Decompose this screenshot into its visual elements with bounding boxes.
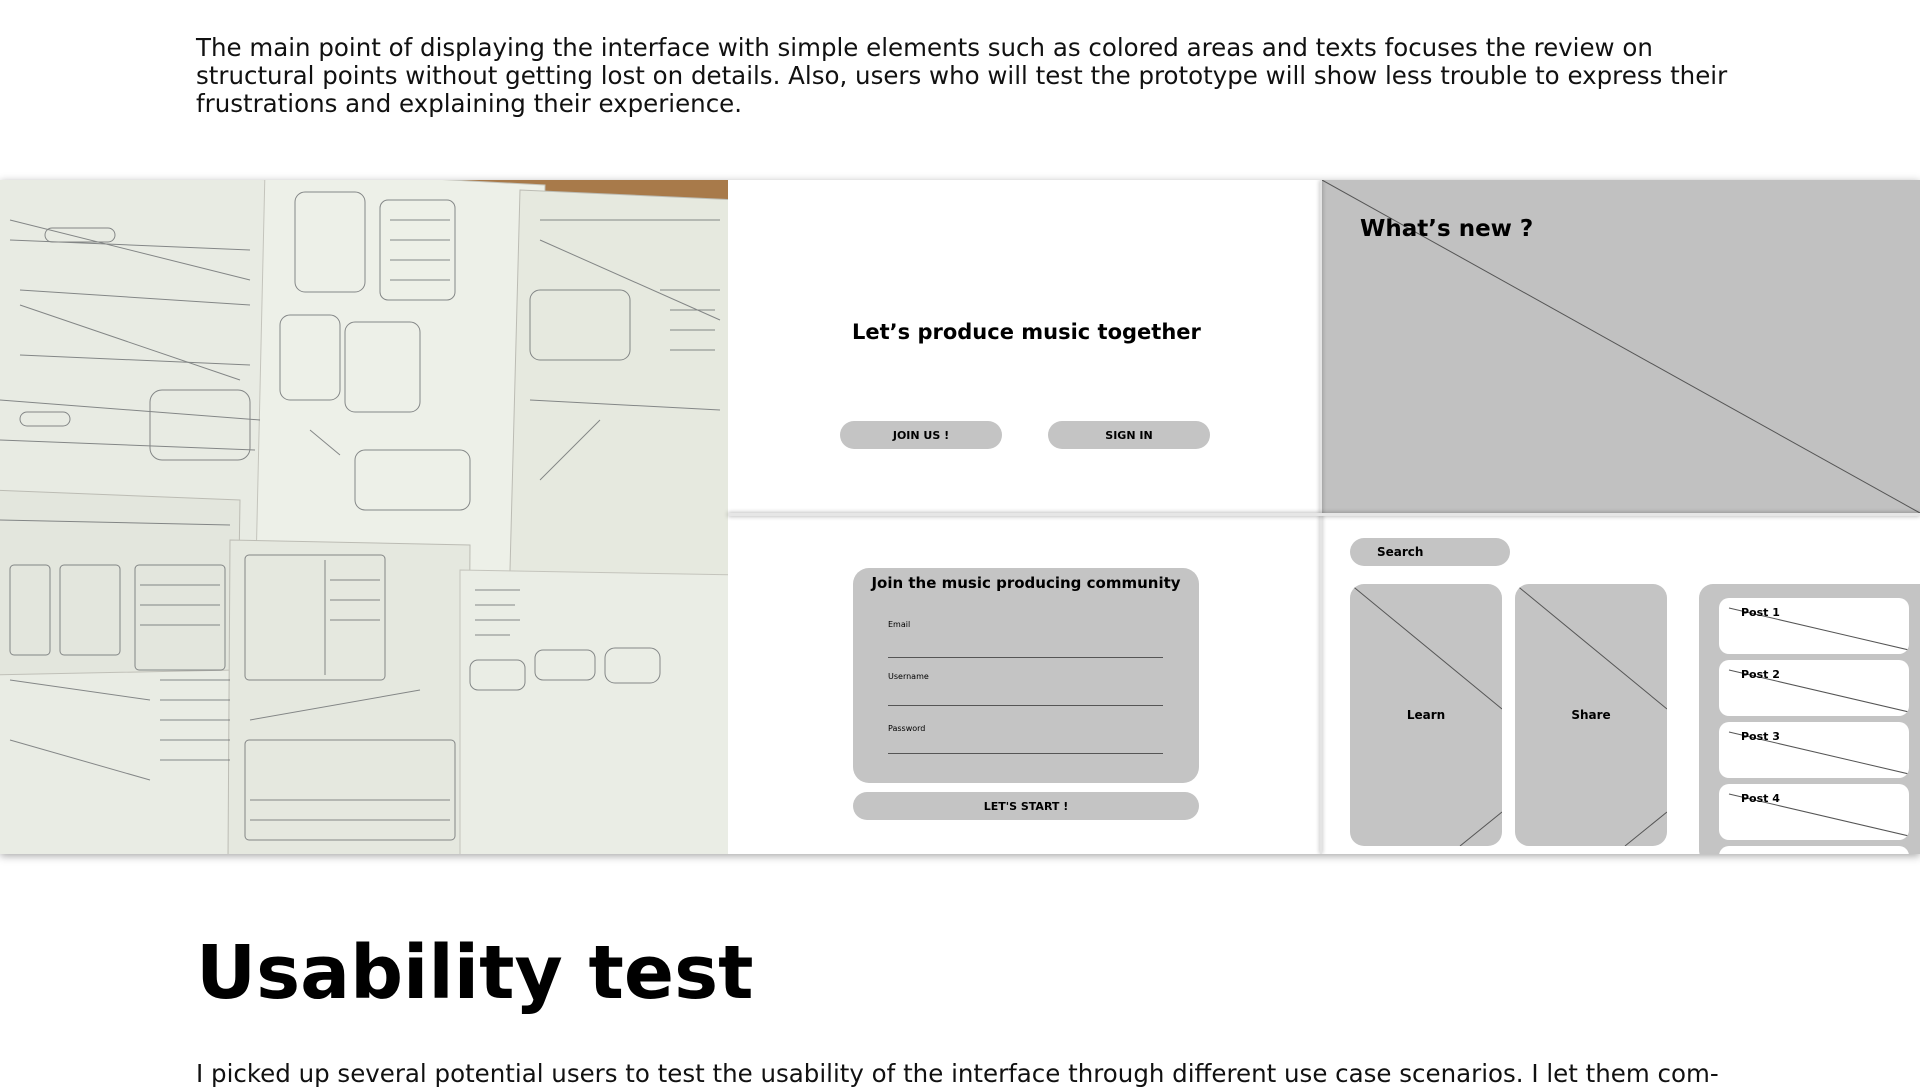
signup-form-title: Join the music producing community: [871, 574, 1181, 592]
body-paragraph: I picked up several potential users to t…: [196, 1059, 1719, 1088]
posts-list: Post 1 Post 2 Post 3 Post 4: [1699, 584, 1920, 854]
panel-divider: [728, 513, 1920, 516]
post-label: Post 4: [1741, 792, 1780, 805]
share-card[interactable]: Share: [1515, 584, 1667, 846]
post-item[interactable]: Post 3: [1719, 722, 1909, 778]
post-item[interactable]: Post 2: [1719, 660, 1909, 716]
password-field[interactable]: [888, 753, 1163, 754]
email-label: Email: [888, 620, 911, 629]
share-card-label: Share: [1571, 708, 1611, 722]
section-heading: Usability test: [196, 930, 754, 1016]
post-label: Post 1: [1741, 606, 1780, 619]
wireframe-gallery: Let’s produce music together JOIN US ! S…: [0, 180, 1920, 854]
password-label: Password: [888, 724, 926, 733]
email-field[interactable]: [888, 657, 1163, 658]
username-field[interactable]: [888, 705, 1163, 706]
whats-new-title: What’s new ?: [1360, 216, 1534, 242]
learn-card-label: Learn: [1406, 708, 1446, 722]
dashboard-wireframe: Search Learn Share Post 1 Post 2 Post 3 …: [1322, 516, 1920, 854]
post-item[interactable]: Post 1: [1719, 598, 1909, 654]
intro-paragraph: The main point of displaying the interfa…: [196, 33, 1728, 118]
username-label: Username: [888, 672, 929, 681]
post-label: Post 2: [1741, 668, 1780, 681]
landing-title: Let’s produce music together: [852, 320, 1201, 344]
join-us-button[interactable]: JOIN US !: [840, 421, 1002, 449]
post-label: Post 3: [1741, 730, 1780, 743]
paper-sketches-photo: [0, 180, 728, 854]
panel-divider: [1320, 180, 1322, 854]
lets-start-button[interactable]: LET'S START !: [853, 792, 1199, 820]
learn-card[interactable]: Learn: [1350, 584, 1502, 846]
signup-form: Join the music producing community Email…: [853, 568, 1199, 783]
post-item[interactable]: Post 4: [1719, 784, 1909, 840]
landing-wireframe: Let’s produce music together JOIN US ! S…: [728, 180, 1320, 513]
signup-wireframe: Join the music producing community Email…: [728, 516, 1320, 854]
search-input[interactable]: Search: [1350, 538, 1510, 566]
whats-new-wireframe: What’s new ?: [1322, 180, 1920, 513]
post-item-partial[interactable]: [1719, 846, 1909, 854]
sign-in-button[interactable]: SIGN IN: [1048, 421, 1210, 449]
